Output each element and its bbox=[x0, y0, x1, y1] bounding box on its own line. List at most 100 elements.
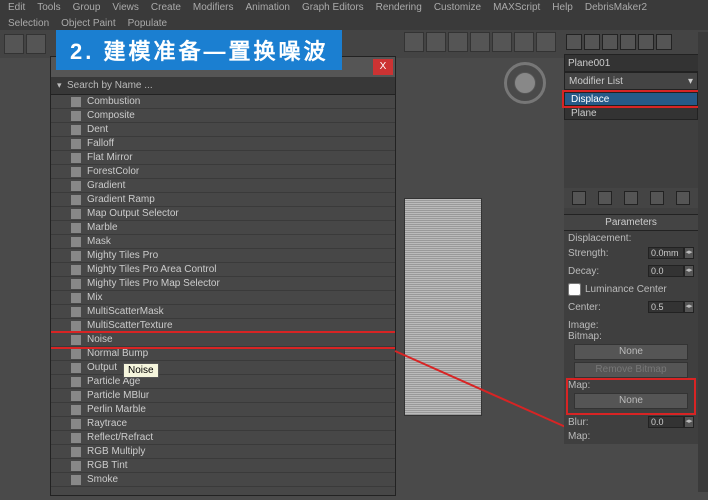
map-swatch-icon bbox=[71, 125, 81, 135]
menu-group[interactable]: Group bbox=[73, 2, 101, 14]
menu-help[interactable]: Help bbox=[552, 2, 573, 14]
tool-icon[interactable] bbox=[448, 32, 468, 52]
motion-tab-icon[interactable] bbox=[620, 34, 636, 50]
tool-icon[interactable] bbox=[536, 32, 556, 52]
map-swatch-icon bbox=[71, 293, 81, 303]
modify-tab-icon[interactable] bbox=[584, 34, 600, 50]
close-icon[interactable]: X bbox=[373, 59, 393, 75]
remove-icon[interactable] bbox=[650, 191, 664, 205]
map-swatch-icon bbox=[71, 335, 81, 345]
strength-label: Strength: bbox=[568, 248, 609, 259]
chevron-down-icon: ▾ bbox=[688, 76, 693, 87]
list-item: Output bbox=[51, 361, 395, 375]
bitmap-none-button[interactable]: None bbox=[574, 344, 688, 360]
tool-icon[interactable] bbox=[426, 32, 446, 52]
stack-toolbar bbox=[564, 188, 698, 208]
parameters-header[interactable]: Parameters bbox=[564, 214, 698, 231]
spinner-icon[interactable]: ◂▸ bbox=[684, 416, 694, 428]
utilities-tab-icon[interactable] bbox=[656, 34, 672, 50]
map-swatch-icon bbox=[71, 447, 81, 457]
hierarchy-tab-icon[interactable] bbox=[602, 34, 618, 50]
submenu-populate[interactable]: Populate bbox=[128, 18, 167, 28]
menu-edit[interactable]: Edit bbox=[8, 2, 25, 14]
object-name-input[interactable] bbox=[564, 54, 704, 72]
tool-icon[interactable] bbox=[470, 32, 490, 52]
map-label: Map: bbox=[568, 380, 694, 391]
displacement-label: Displacement: bbox=[568, 233, 694, 244]
map-swatch-icon bbox=[71, 181, 81, 191]
strength-input[interactable] bbox=[648, 247, 684, 259]
submenu-objectpaint[interactable]: Object Paint bbox=[61, 18, 115, 28]
expand-arrow-icon[interactable]: ▾ bbox=[57, 80, 67, 91]
show-icon[interactable] bbox=[598, 191, 612, 205]
create-tab-icon[interactable] bbox=[566, 34, 582, 50]
spinner-icon[interactable]: ◂▸ bbox=[684, 301, 694, 313]
menu-modifiers[interactable]: Modifiers bbox=[193, 2, 234, 14]
menu-rendering[interactable]: Rendering bbox=[376, 2, 422, 14]
blur-input[interactable] bbox=[648, 416, 684, 428]
luminance-label: Luminance Center bbox=[585, 284, 694, 295]
tool-icon[interactable] bbox=[492, 32, 512, 52]
decay-input[interactable] bbox=[648, 265, 684, 277]
map-swatch-icon bbox=[71, 265, 81, 275]
modifier-list-dropdown[interactable]: Modifier List ▾ bbox=[564, 72, 698, 90]
map-swatch-icon bbox=[71, 349, 81, 359]
unique-icon[interactable] bbox=[624, 191, 638, 205]
display-tab-icon[interactable] bbox=[638, 34, 654, 50]
menu-customize[interactable]: Customize bbox=[434, 2, 481, 14]
tool-icon[interactable] bbox=[404, 32, 424, 52]
menu-views[interactable]: Views bbox=[112, 2, 139, 14]
list-item: Gradient Ramp bbox=[51, 193, 395, 207]
menu-tools[interactable]: Tools bbox=[37, 2, 60, 14]
list-item: Gradient bbox=[51, 179, 395, 193]
map-swatch-icon bbox=[71, 307, 81, 317]
stack-displace[interactable]: Displace bbox=[564, 92, 698, 106]
center-input[interactable] bbox=[648, 301, 684, 313]
menu-debrismaker[interactable]: DebrisMaker2 bbox=[585, 2, 647, 14]
list-item: RGB Multiply bbox=[51, 445, 395, 459]
tool-redo-icon[interactable] bbox=[26, 34, 46, 54]
pin-icon[interactable] bbox=[572, 191, 586, 205]
tool-undo-icon[interactable] bbox=[4, 34, 24, 54]
config-icon[interactable] bbox=[676, 191, 690, 205]
panel-tabs bbox=[564, 32, 698, 54]
list-item: Falloff bbox=[51, 137, 395, 151]
search-row[interactable]: ▾ Search by Name ... bbox=[51, 77, 395, 95]
menu-maxscript[interactable]: MAXScript bbox=[493, 2, 540, 14]
list-item: Normal Bump bbox=[51, 347, 395, 361]
map-list[interactable]: Combustion Composite Dent Falloff Flat M… bbox=[51, 95, 395, 487]
list-item: Mighty Tiles Pro Area Control bbox=[51, 263, 395, 277]
menu-grapheditors[interactable]: Graph Editors bbox=[302, 2, 364, 14]
menu-create[interactable]: Create bbox=[151, 2, 181, 14]
list-item: Mighty Tiles Pro Map Selector bbox=[51, 277, 395, 291]
map-none-button[interactable]: None bbox=[574, 393, 688, 409]
list-item: Particle MBlur bbox=[51, 389, 395, 403]
stack-plane[interactable]: Plane bbox=[564, 106, 698, 120]
tool-icon[interactable] bbox=[514, 32, 534, 52]
map-swatch-icon bbox=[71, 111, 81, 121]
gizmo-center-icon[interactable] bbox=[514, 72, 536, 94]
displacement-group: Displacement: Strength: ◂▸ Decay: ◂▸ Lum… bbox=[564, 231, 698, 318]
list-item: Perlin Marble bbox=[51, 403, 395, 417]
main-menu[interactable]: Edit Tools Group Views Create Modifiers … bbox=[0, 0, 708, 16]
list-item: ForestColor bbox=[51, 165, 395, 179]
map-swatch-icon bbox=[71, 377, 81, 387]
modifier-stack[interactable]: Displace Plane bbox=[564, 92, 698, 120]
luminance-checkbox[interactable] bbox=[568, 283, 581, 296]
list-item-noise: Noise bbox=[51, 333, 395, 347]
list-item: Combustion bbox=[51, 95, 395, 109]
menu-animation[interactable]: Animation bbox=[245, 2, 289, 14]
submenu-selection[interactable]: Selection bbox=[8, 18, 49, 28]
map-swatch-icon bbox=[71, 391, 81, 401]
modifier-list-label: Modifier List bbox=[569, 76, 623, 87]
map-slot-highlight: Map: None bbox=[568, 380, 694, 413]
list-item: Mix bbox=[51, 291, 395, 305]
viewcube-gizmo[interactable] bbox=[504, 62, 546, 104]
spinner-icon[interactable]: ◂▸ bbox=[684, 265, 694, 277]
remove-bitmap-button[interactable]: Remove Bitmap bbox=[574, 362, 688, 378]
command-panel: Modifier List ▾ Displace Plane Parameter… bbox=[564, 32, 698, 444]
tooltip: Noise bbox=[123, 363, 159, 378]
map-swatch-icon bbox=[71, 433, 81, 443]
spinner-icon[interactable]: ◂▸ bbox=[684, 247, 694, 259]
image-label: Image: bbox=[568, 320, 694, 331]
